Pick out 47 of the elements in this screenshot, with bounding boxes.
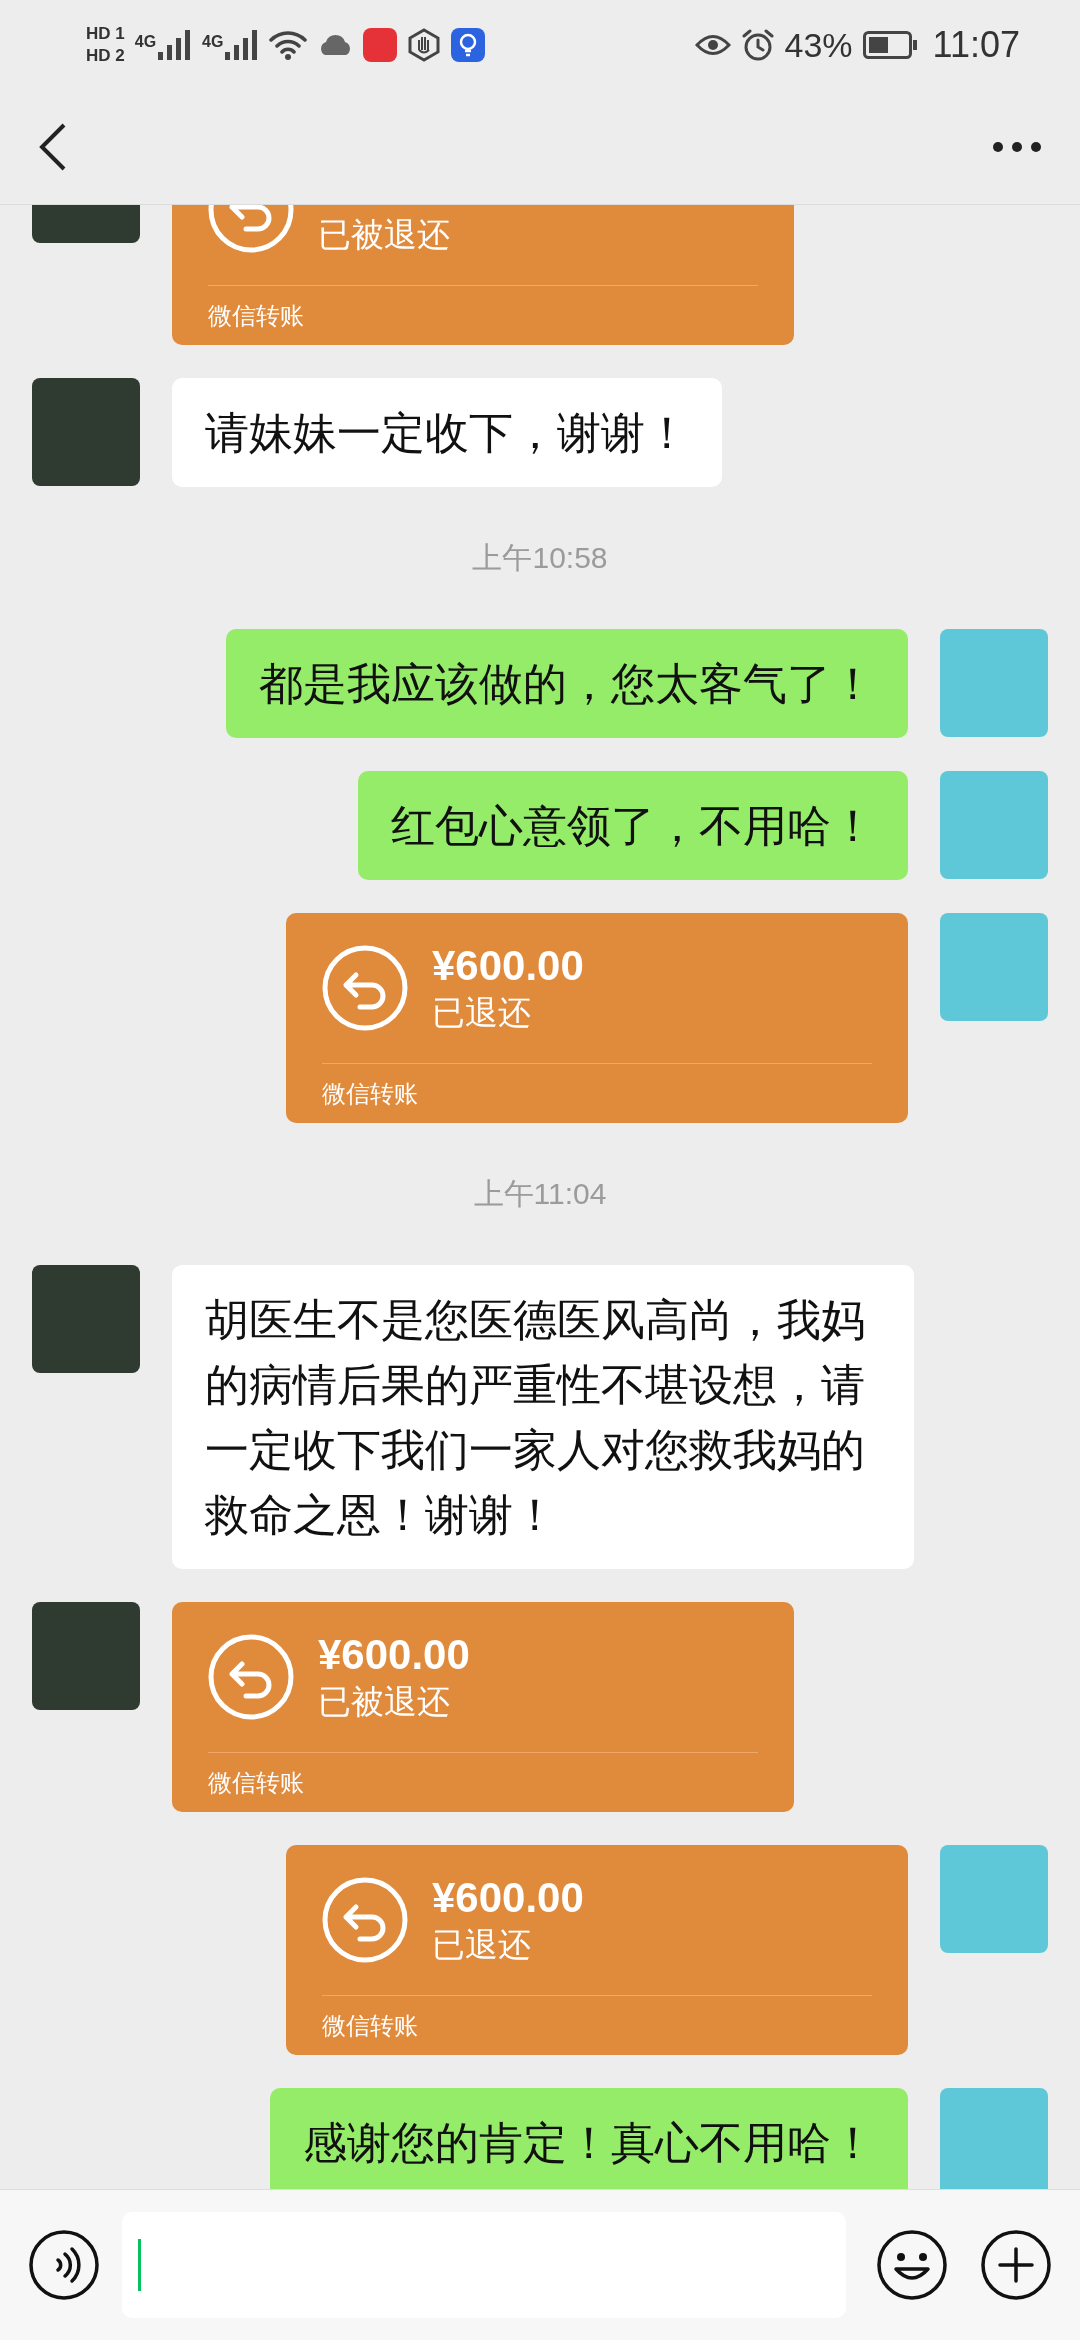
avatar-photo-placeholder[interactable] <box>32 378 140 486</box>
voice-icon[interactable] <box>28 2229 100 2301</box>
wifi-icon <box>269 30 308 60</box>
message-bubble[interactable]: 胡医生不是您医德医风高尚，我妈的病情后果的严重性不堪设想，请一定收下我们一家人对您救我妈的救命之恩！谢谢！ <box>172 1265 914 1569</box>
message-input-field[interactable] <box>122 2212 846 2318</box>
timestamp: 上午10:58 <box>472 540 608 576</box>
emoji-icon[interactable] <box>876 2229 948 2301</box>
avatar-photo-placeholder[interactable] <box>940 1845 1048 1953</box>
back-icon[interactable] <box>38 122 68 172</box>
avatar-photo-placeholder[interactable] <box>32 1602 140 1710</box>
alarm-icon <box>740 28 775 62</box>
timestamp: 上午11:04 <box>473 1176 607 1212</box>
message-bubble[interactable]: 请妹妹一定收下，谢谢！ <box>172 378 722 487</box>
clock-time: 11:07 <box>932 23 1020 67</box>
transfer-status: 已被退还 <box>318 1682 451 1722</box>
transfer-label: 微信转账 <box>322 1078 418 1109</box>
signal-icon <box>225 30 260 60</box>
avatar-photo-placeholder[interactable] <box>940 2088 1048 2189</box>
message-bubble[interactable]: 感谢您的肯定！真心不用哈！ <box>270 2088 908 2189</box>
hand-icon <box>407 28 442 62</box>
signal-icon <box>158 30 193 60</box>
transfer-status: 已退还 <box>432 1925 532 1965</box>
transfer-label: 微信转账 <box>208 300 304 331</box>
transfer-status: 已被退还 <box>318 215 450 255</box>
network-type: 4G <box>202 32 224 52</box>
transfer-amount: ¥600.00 <box>318 1630 470 1680</box>
avatar-photo-placeholder[interactable] <box>940 629 1048 737</box>
transfer-status: 已退还 <box>432 993 532 1033</box>
plus-icon[interactable] <box>980 2229 1052 2301</box>
app-icon <box>363 28 398 62</box>
transfer-label: 微信转账 <box>322 2010 418 2041</box>
transfer-amount: ¥600.00 <box>432 1873 584 1923</box>
lightbulb-icon <box>451 28 486 62</box>
avatar-photo-placeholder[interactable] <box>940 913 1048 1021</box>
avatar-photo-placeholder[interactable] <box>940 771 1048 879</box>
sim-indicator: HD 2 <box>86 46 125 66</box>
avatar-photo-placeholder[interactable] <box>32 1265 140 1373</box>
sim-indicator: HD 1 <box>86 24 125 44</box>
transfer-label: 微信转账 <box>208 1767 304 1798</box>
message-bubble[interactable]: 红包心意领了，不用哈！ <box>358 771 908 880</box>
battery-icon <box>862 31 917 59</box>
eye-icon <box>694 32 731 58</box>
battery-percentage: 43% <box>784 24 853 66</box>
transfer-amount: ¥600.00 <box>432 941 584 991</box>
message-bubble[interactable]: 都是我应该做的，您太客气了！ <box>226 629 908 738</box>
network-type: 4G <box>134 32 157 52</box>
more-icon[interactable] <box>992 141 1042 153</box>
